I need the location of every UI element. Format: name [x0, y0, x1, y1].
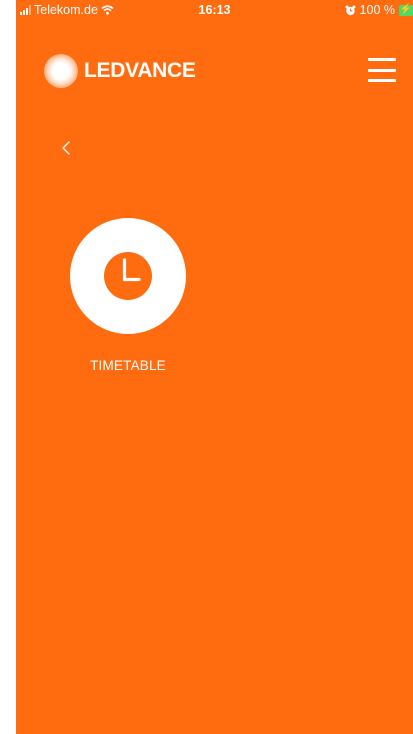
chevron-left-icon: [62, 141, 70, 155]
hamburger-menu-icon[interactable]: [368, 58, 396, 82]
clock-icon: [104, 252, 152, 300]
timetable-tile[interactable]: TIMETABLE: [70, 218, 188, 373]
tile-label: TIMETABLE: [90, 358, 166, 373]
app-screen: Telekom.de 16:13 100 % ⚡ LEDVANCE TIMETA…: [16, 0, 413, 734]
battery-charging-icon: ⚡: [399, 4, 413, 16]
alarm-icon: [345, 5, 356, 15]
battery-percent: 100 %: [359, 3, 395, 17]
status-bar: Telekom.de 16:13 100 % ⚡: [16, 0, 413, 22]
status-right: 100 % ⚡: [345, 3, 413, 17]
timetable-button[interactable]: [70, 218, 186, 334]
logo-text: LEDVANCE: [84, 59, 196, 82]
ledvance-logo: LEDVANCE: [44, 54, 196, 88]
logo-glow-icon: [44, 54, 78, 88]
app-header: LEDVANCE: [16, 46, 413, 96]
back-button[interactable]: [56, 136, 76, 160]
